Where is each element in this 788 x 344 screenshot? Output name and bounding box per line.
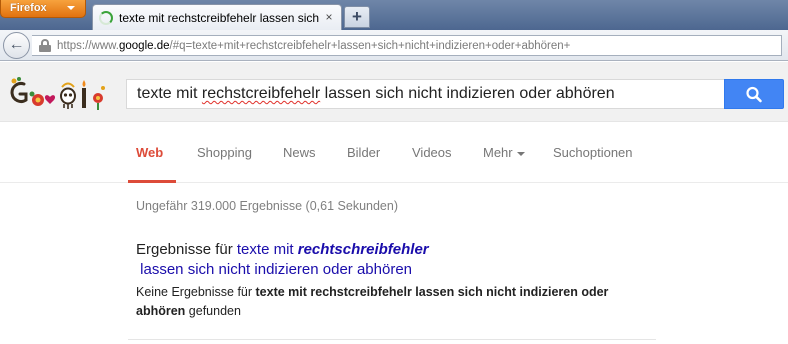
query-text-end: lassen sich nicht indizieren oder abhöre… [320, 85, 615, 102]
tab-more-label: Mehr [483, 145, 513, 160]
search-type-tabs: Web Shopping News Bilder Videos Mehr Suc… [0, 123, 788, 183]
result-stats: Ungefähr 319.000 Ergebnisse (0,61 Sekund… [136, 199, 398, 213]
no-results-notice: Keine Ergebnisse für texte mit rechstcre… [136, 283, 656, 321]
lock-icon[interactable] [39, 39, 51, 52]
tab-search-options[interactable]: Suchoptionen [553, 145, 633, 160]
tab-images[interactable]: Bilder [347, 145, 380, 160]
active-tab-indicator [128, 180, 176, 183]
divider [128, 339, 656, 340]
tab-close-icon[interactable]: × [323, 11, 335, 23]
address-bar[interactable]: https://www. google.de/#q=texte+mit+rechs… [32, 35, 782, 56]
no-results-suffix: gefunden [185, 304, 241, 318]
tab-more[interactable]: Mehr [483, 145, 525, 160]
no-results-prefix: Keine Ergebnisse für [136, 285, 256, 299]
browser-tab-active[interactable]: texte mit rechstcreibfehelr lassen sich … [92, 4, 342, 30]
firefox-menu-label: Firefox [10, 2, 47, 14]
tab-shopping[interactable]: Shopping [197, 145, 252, 160]
showing-results-prefix: Ergebnisse für [136, 241, 237, 258]
spelling-correction: Ergebnisse für texte mit rechtschreibfeh… [136, 240, 656, 280]
tab-videos[interactable]: Videos [412, 145, 452, 160]
search-button[interactable] [724, 79, 784, 109]
firefox-menu-button[interactable]: Firefox [0, 0, 86, 18]
google-doodle-logo[interactable] [10, 76, 108, 112]
loading-spinner-icon [99, 10, 113, 25]
url-host: google.de [119, 39, 170, 52]
corrected-word: rechtschreibfehler [297, 241, 429, 258]
new-tab-button[interactable]: + [344, 6, 370, 28]
query-text-start: texte mit [137, 85, 202, 102]
tab-title: texte mit rechstcreibfehelr lassen sich … [119, 10, 319, 25]
browser-titlebar: Firefox texte mit rechstcreibfehelr lass… [0, 0, 788, 30]
dropdown-arrow-icon [67, 6, 75, 10]
caret-down-icon [516, 151, 525, 156]
navigation-toolbar: ← https://www. google.de/#q=texte+mit+rec… [0, 30, 788, 61]
tab-news[interactable]: News [283, 145, 316, 160]
url-prefix: https://www. [57, 39, 119, 52]
url-path: /#q=texte+mit+rechstcreibfehelr+lassen+s… [169, 39, 571, 52]
search-icon [746, 86, 762, 103]
query-misspelled-word: rechstcreibfehelr [201, 85, 321, 102]
back-button[interactable]: ← [3, 32, 30, 59]
search-input[interactable]: texte mit rechstcreibfehelr lassen sich … [126, 79, 726, 109]
tab-web[interactable]: Web [136, 145, 163, 160]
google-header: texte mit rechstcreibfehelr lassen sich … [0, 62, 788, 122]
